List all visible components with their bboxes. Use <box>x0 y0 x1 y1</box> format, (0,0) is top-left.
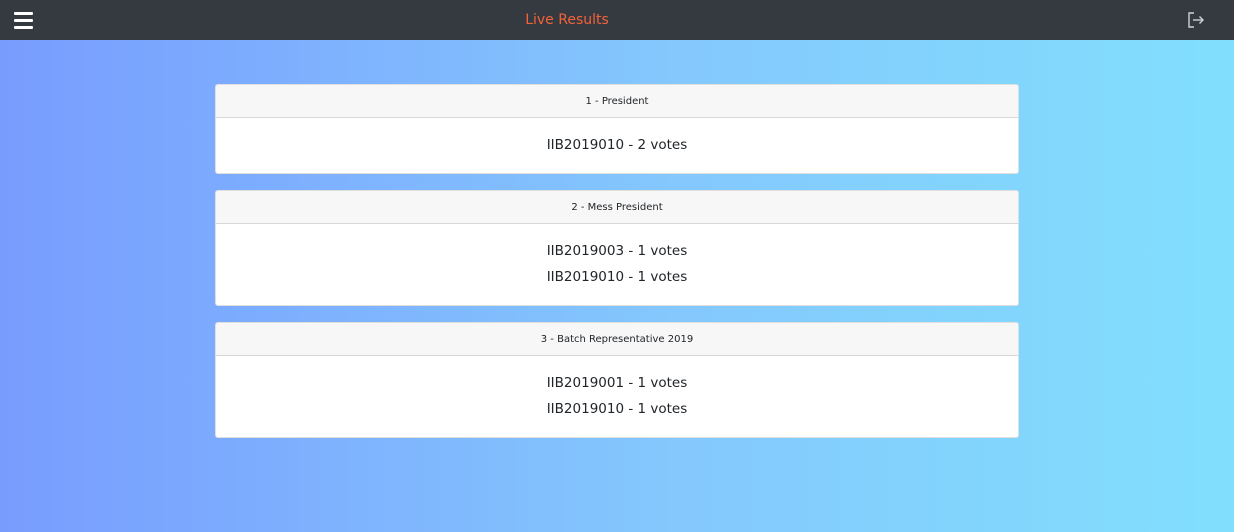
result-line: IIB2019010 - 2 votes <box>546 137 688 153</box>
card-header: 1 - President <box>216 85 1018 118</box>
result-card-president: 1 - President IIB2019010 - 2 votes <box>215 84 1019 174</box>
result-line: IIB2019010 - 1 votes <box>546 401 688 417</box>
page-title: Live Results <box>525 12 609 28</box>
results-list: 1 - President IIB2019010 - 2 votes 2 - M… <box>215 84 1019 454</box>
result-line: IIB2019003 - 1 votes <box>546 243 688 259</box>
logout-icon[interactable] <box>1187 12 1205 28</box>
result-line: IIB2019001 - 1 votes <box>546 375 688 391</box>
result-card-mess-president: 2 - Mess President IIB2019003 - 1 votes … <box>215 190 1019 306</box>
result-line: IIB2019010 - 1 votes <box>546 269 688 285</box>
result-card-batch-representative: 3 - Batch Representative 2019 IIB2019001… <box>215 322 1019 438</box>
card-header: 3 - Batch Representative 2019 <box>216 323 1018 356</box>
top-navbar: Live Results <box>0 0 1234 40</box>
card-body: IIB2019001 - 1 votes IIB2019010 - 1 vote… <box>216 356 1018 437</box>
card-body: IIB2019003 - 1 votes IIB2019010 - 1 vote… <box>216 224 1018 305</box>
card-header: 2 - Mess President <box>216 191 1018 224</box>
card-body: IIB2019010 - 2 votes <box>216 118 1018 173</box>
